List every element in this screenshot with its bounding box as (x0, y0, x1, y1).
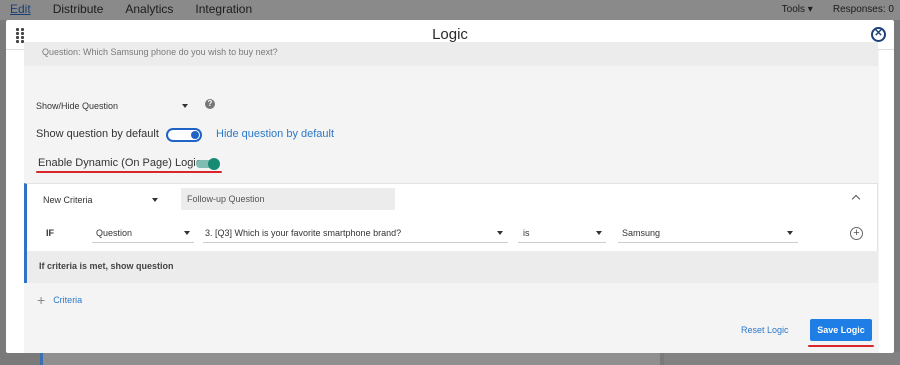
toggle-knob (208, 158, 220, 170)
app-nav: Edit Distribute Analytics Integration (10, 2, 274, 16)
question-select-underline (203, 242, 508, 243)
followup-question-input[interactable]: Follow-up Question (181, 188, 395, 210)
operator-select[interactable]: is (523, 228, 530, 238)
if-label: IF (46, 228, 54, 238)
close-icon[interactable]: ✕ (871, 27, 886, 42)
value-select-underline (618, 242, 798, 243)
app-top-right: Tools ▾ Responses: 0 (782, 4, 894, 15)
dynamic-logic-toggle[interactable] (196, 158, 220, 170)
criteria-result: If criteria is met, show question (24, 251, 878, 283)
action-select[interactable]: Show/Hide Question (36, 101, 118, 111)
dynamic-logic-label: Enable Dynamic (On Page) Logic (38, 157, 202, 169)
source-select[interactable]: Question (96, 228, 132, 238)
background-row (40, 352, 660, 365)
show-default-label: Show question by default (36, 128, 159, 140)
value-select-caret-icon[interactable] (787, 231, 793, 235)
toggle-knob (191, 131, 199, 139)
action-select-caret-icon[interactable] (182, 104, 188, 108)
tab-analytics[interactable]: Analytics (125, 2, 173, 16)
question-header: Question: Which Samsung phone do you wis… (24, 42, 878, 66)
reset-logic-button[interactable]: Reset Logic (741, 325, 789, 335)
tab-distribute[interactable]: Distribute (53, 2, 104, 16)
default-visibility-toggle[interactable] (166, 128, 202, 142)
criteria-type-caret-icon[interactable] (152, 198, 158, 202)
add-criteria-label: Criteria (53, 295, 83, 305)
tab-edit[interactable]: Edit (10, 2, 31, 16)
save-logic-button[interactable]: Save Logic (810, 319, 872, 341)
criteria-type-select[interactable]: New Criteria (43, 195, 93, 205)
help-icon[interactable]: ? (205, 99, 215, 109)
highlight-underline (36, 171, 222, 173)
add-condition-icon[interactable]: + (850, 227, 863, 240)
tools-menu[interactable]: Tools ▾ (782, 4, 813, 15)
hide-default-label[interactable]: Hide question by default (216, 128, 334, 140)
source-select-caret-icon[interactable] (184, 231, 190, 235)
question-select-caret-icon[interactable] (497, 231, 503, 235)
plus-icon: + (37, 292, 46, 308)
app-top-bar: Edit Distribute Analytics Integration To… (0, 0, 900, 20)
operator-select-underline (518, 242, 606, 243)
tools-menu-label: Tools (781, 4, 806, 15)
operator-select-caret-icon[interactable] (596, 231, 602, 235)
modal-title: Logic (432, 26, 468, 43)
add-criteria-button[interactable]: + Criteria (37, 292, 83, 308)
highlight-underline (808, 345, 874, 347)
question-select[interactable]: 3. [Q3] Which is your favorite smartphon… (205, 228, 401, 238)
background-panel (664, 352, 900, 365)
source-select-underline (92, 242, 194, 243)
value-select[interactable]: Samsung (622, 228, 660, 238)
responses-count: Responses: 0 (832, 4, 894, 15)
tab-integration[interactable]: Integration (195, 2, 252, 16)
